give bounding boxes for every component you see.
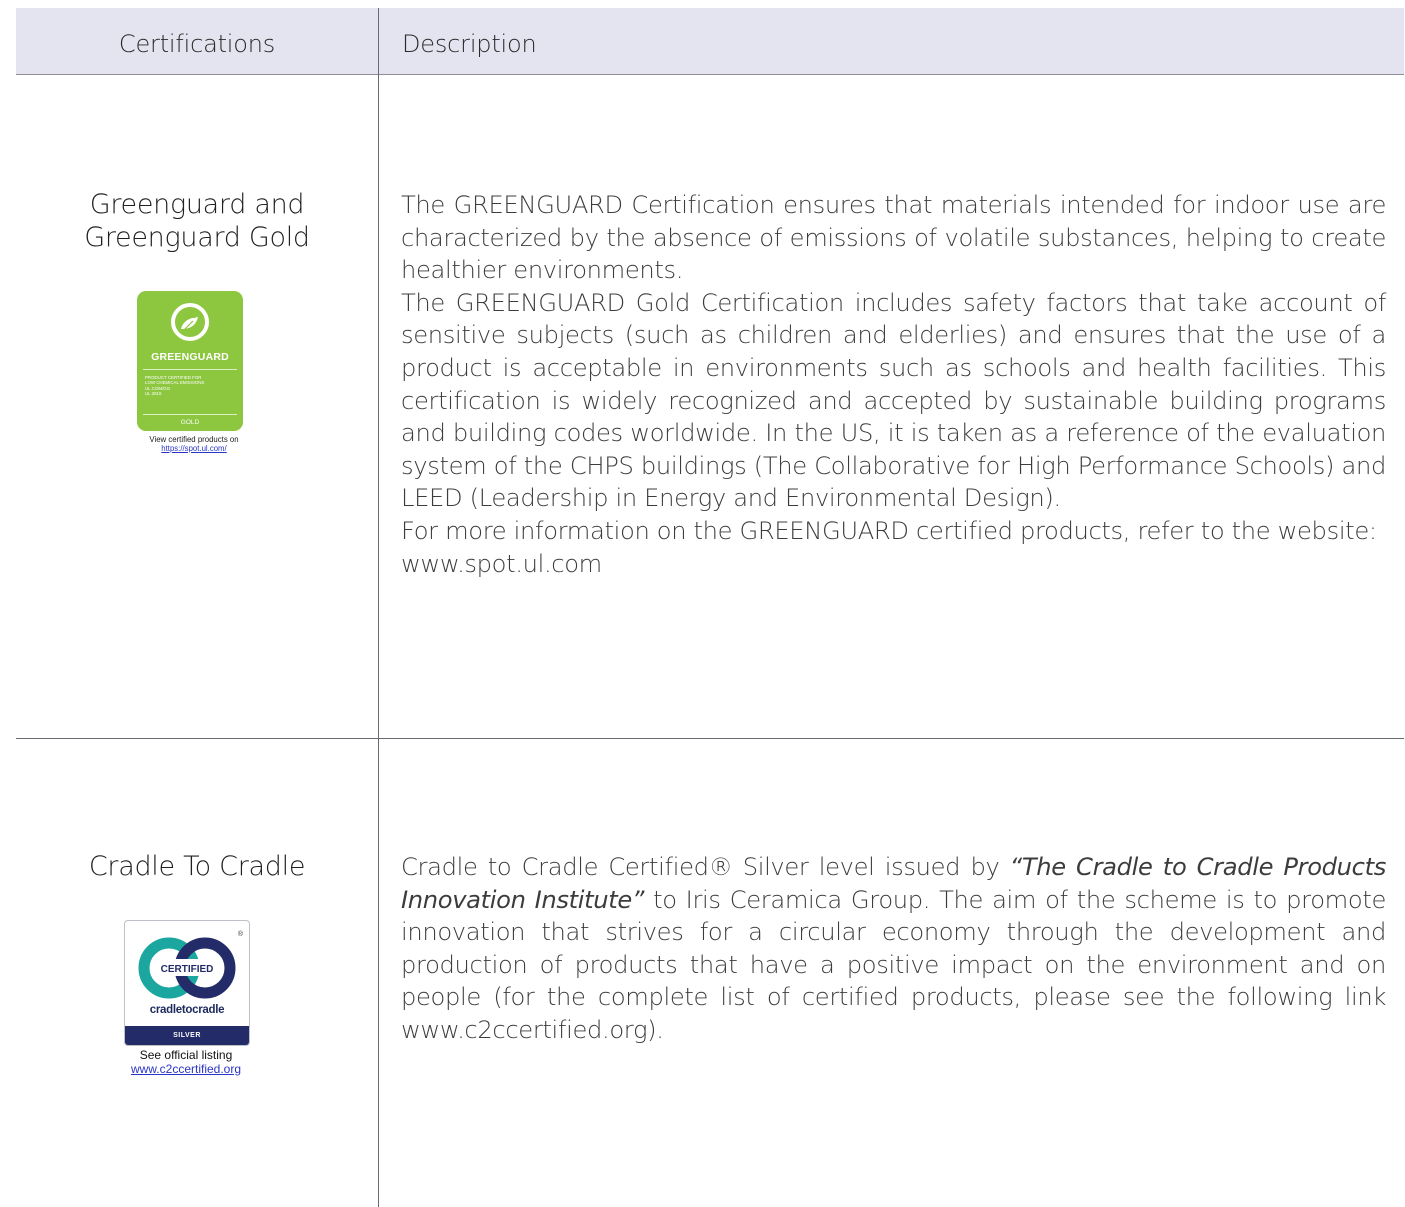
greenguard-badge-caption: View certified products on bbox=[149, 435, 239, 444]
description-paragraph: Cradle to Cradle Certified® Silver level… bbox=[401, 851, 1386, 1047]
description-paragraph: The GREENGUARD Certification ensures tha… bbox=[401, 191, 1386, 285]
certifications-table: Certifications Description Greenguard an… bbox=[16, 8, 1404, 1207]
description-text: Cradle to Cradle Certified® Silver level… bbox=[401, 853, 1010, 881]
cradle-badge-block: CERTIFIED ® cradletocradle SILVER See of… bbox=[114, 920, 258, 1076]
column-divider bbox=[378, 8, 379, 1207]
badge-divider bbox=[143, 414, 237, 415]
ul-greenguard-logo-icon: UL GREENGUARD PRODUCT CERTIFIED FOR LOW … bbox=[137, 291, 243, 431]
row-divider bbox=[16, 738, 1404, 739]
description-paragraph: For more information on the GREENGUARD c… bbox=[401, 516, 1377, 578]
column-header-description: Description bbox=[402, 30, 537, 58]
greenguard-badge-name: GREENGUARD bbox=[151, 351, 229, 363]
registered-mark: ® bbox=[237, 931, 243, 938]
ul-leaf-icon: UL bbox=[171, 303, 209, 341]
column-header-certifications: Certifications bbox=[118, 30, 276, 58]
greenguard-badge-block: UL GREENGUARD PRODUCT CERTIFIED FOR LOW … bbox=[133, 291, 255, 453]
greenguard-badge-fineprint: PRODUCT CERTIFIED FOR LOW CHEMICAL EMISS… bbox=[145, 375, 237, 397]
badge-divider bbox=[143, 369, 237, 370]
certification-title-line: Greenguard and bbox=[89, 189, 305, 220]
c2c-rings-icon: CERTIFIED bbox=[138, 937, 236, 999]
cradle-badge-level: SILVER bbox=[125, 1026, 249, 1045]
cradle-badge-link[interactable]: www.c2ccertified.org bbox=[114, 1062, 258, 1076]
svg-text:UL: UL bbox=[185, 311, 196, 320]
badge-fineprint-line: UL 2818 bbox=[145, 391, 162, 397]
cradle-to-cradle-logo-icon: CERTIFIED ® cradletocradle SILVER bbox=[124, 920, 250, 1046]
cradle-badge-caption: See official listing bbox=[139, 1048, 233, 1062]
table-header: Certifications Description bbox=[16, 8, 1404, 75]
greenguard-badge-link[interactable]: https://spot.ul.com/ bbox=[133, 444, 255, 453]
description-paragraph: The GREENGUARD Gold Certification includ… bbox=[401, 288, 1386, 513]
cradle-badge-name: cradletocradle bbox=[149, 1004, 225, 1016]
description-cradle: Cradle to Cradle Certified® Silver level… bbox=[401, 851, 1386, 1047]
certification-title-cradle: Cradle To Cradle bbox=[88, 851, 306, 882]
svg-text:CERTIFIED: CERTIFIED bbox=[161, 964, 214, 975]
greenguard-badge-level: GOLD bbox=[180, 419, 200, 426]
description-greenguard: The GREENGUARD Certification ensures tha… bbox=[401, 189, 1386, 580]
certification-title-line: Greenguard Gold bbox=[84, 222, 310, 253]
certification-title-greenguard: Greenguard and Greenguard Gold bbox=[16, 188, 378, 254]
